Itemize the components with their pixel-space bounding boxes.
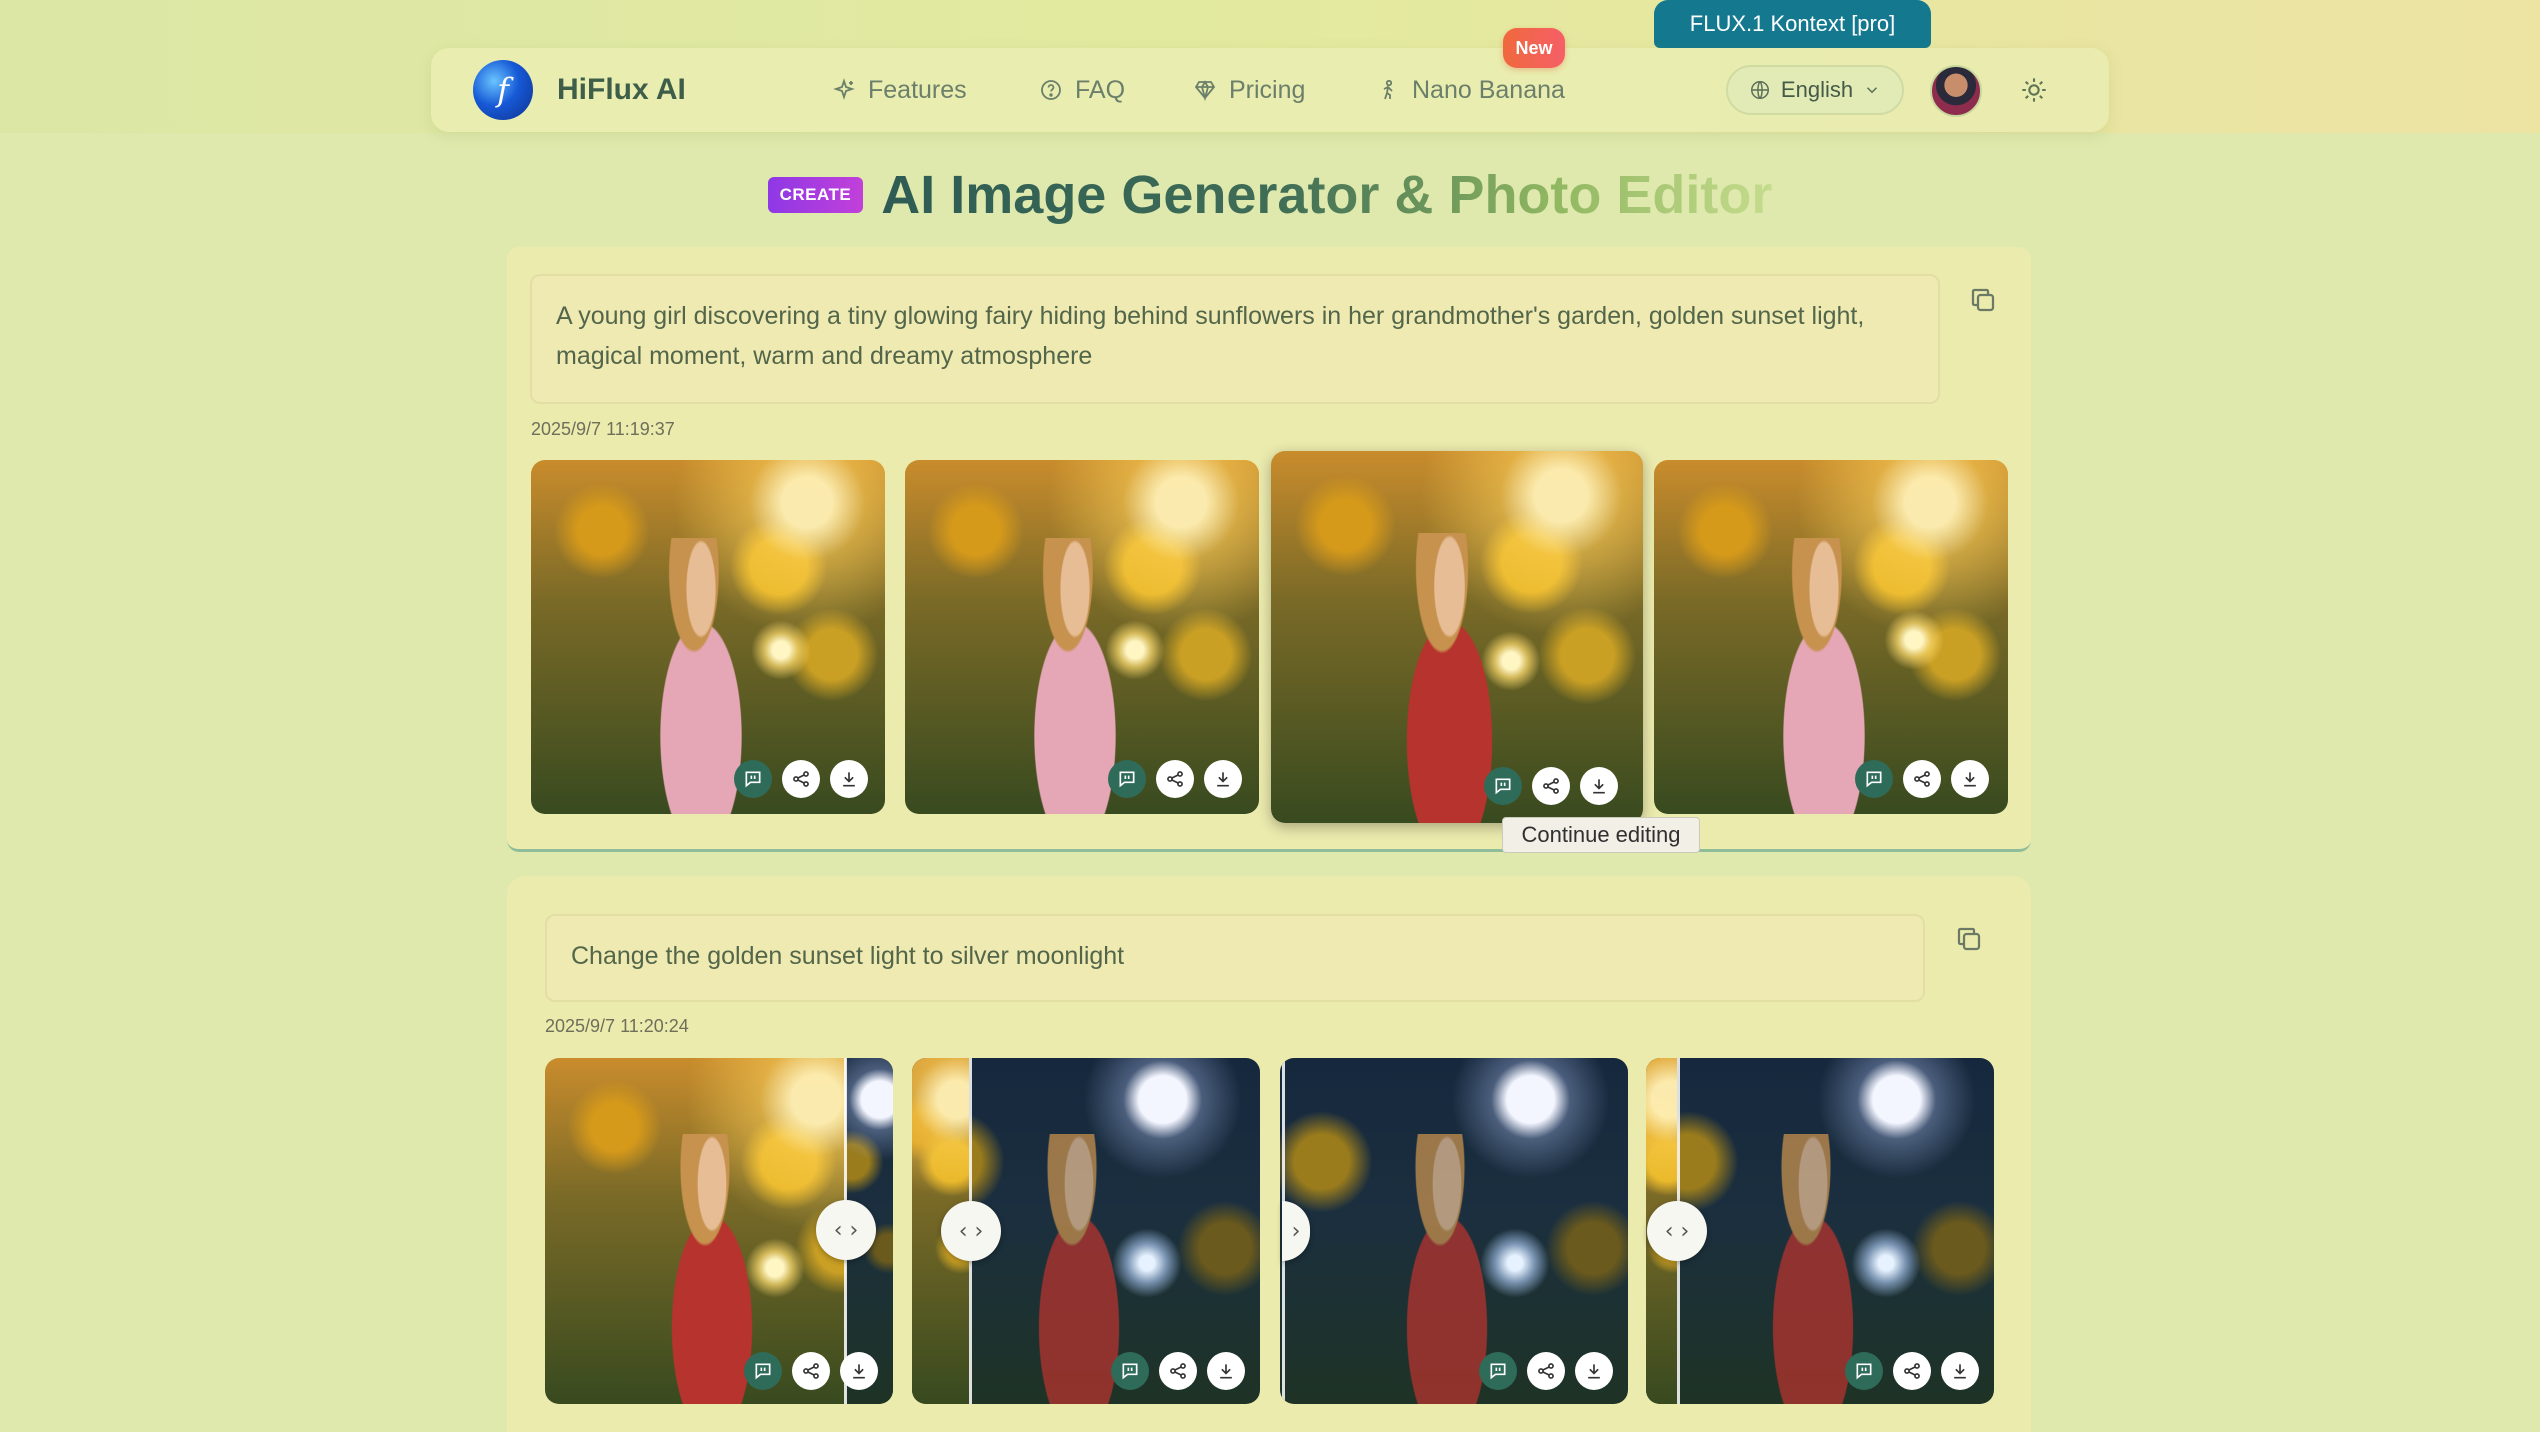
share-icon bbox=[1904, 1363, 1920, 1379]
continue-editing-button[interactable] bbox=[1484, 767, 1522, 805]
chat-edit-icon bbox=[1490, 1363, 1506, 1380]
image-actions bbox=[1108, 760, 1242, 798]
share-button[interactable] bbox=[792, 1352, 830, 1390]
nav-features-label: Features bbox=[868, 75, 967, 104]
nav-nano-banana-label: Nano Banana bbox=[1412, 75, 1565, 104]
share-icon bbox=[1170, 1363, 1186, 1379]
share-button[interactable] bbox=[1159, 1352, 1197, 1390]
continue-editing-button[interactable] bbox=[1855, 760, 1893, 798]
image-actions bbox=[1111, 1352, 1245, 1390]
model-tab[interactable]: FLUX.1 Kontext [pro] bbox=[1654, 0, 1931, 48]
fairy-glow bbox=[1105, 620, 1165, 680]
fairy-glow bbox=[1884, 610, 1944, 670]
continue-editing-button[interactable] bbox=[1111, 1352, 1149, 1390]
page-title: AI Image Generator & Photo Editor bbox=[881, 165, 1773, 225]
image-actions bbox=[744, 1352, 878, 1390]
sparkle-icon bbox=[833, 78, 855, 100]
language-selector[interactable]: English bbox=[1726, 65, 1904, 115]
hiflux-logo[interactable]: f bbox=[473, 60, 533, 120]
chat-edit-icon bbox=[1122, 1363, 1138, 1380]
new-badge: New bbox=[1503, 28, 1565, 68]
image-actions bbox=[1845, 1352, 1979, 1390]
diamond-icon bbox=[1194, 80, 1216, 102]
share-icon bbox=[793, 771, 809, 787]
nav-pricing-label: Pricing bbox=[1229, 75, 1306, 104]
brand-name[interactable]: HiFlux AI bbox=[557, 48, 686, 132]
image-actions bbox=[1855, 760, 1989, 798]
download-button[interactable] bbox=[840, 1352, 878, 1390]
continue-editing-button[interactable] bbox=[744, 1352, 782, 1390]
copy-icon[interactable] bbox=[1968, 285, 1998, 315]
page-headline: CREATE AI Image Generator & Photo Editor bbox=[0, 160, 2540, 230]
share-icon bbox=[803, 1363, 819, 1379]
comparison-slider-handle[interactable]: ‹ › bbox=[816, 1200, 876, 1260]
download-icon bbox=[853, 1364, 865, 1379]
fairy-glow bbox=[1112, 1228, 1182, 1298]
download-button[interactable] bbox=[1575, 1352, 1613, 1390]
user-avatar[interactable] bbox=[1930, 65, 1982, 117]
continue-editing-button[interactable] bbox=[1845, 1352, 1883, 1390]
share-button[interactable] bbox=[1903, 760, 1941, 798]
chat-edit-icon bbox=[755, 1363, 771, 1380]
download-button[interactable] bbox=[1941, 1352, 1979, 1390]
fairy-glow bbox=[1851, 1228, 1921, 1298]
download-icon bbox=[1954, 1364, 1966, 1379]
image-actions bbox=[734, 760, 868, 798]
question-circle-icon bbox=[1041, 80, 1061, 100]
share-button[interactable] bbox=[782, 760, 820, 798]
timestamp-1: 2025/9/7 11:19:37 bbox=[531, 419, 675, 439]
share-icon bbox=[1167, 771, 1183, 787]
download-icon bbox=[1964, 772, 1976, 787]
fairy-glow bbox=[751, 620, 811, 680]
nav-features[interactable]: Features bbox=[832, 48, 967, 132]
share-icon bbox=[1538, 1363, 1554, 1379]
timestamp-2: 2025/9/7 11:20:24 bbox=[545, 1016, 689, 1036]
sun-icon[interactable] bbox=[2020, 76, 2048, 104]
download-button[interactable] bbox=[830, 760, 868, 798]
share-button[interactable] bbox=[1156, 760, 1194, 798]
share-button[interactable] bbox=[1532, 767, 1570, 805]
download-icon bbox=[843, 772, 855, 787]
download-button[interactable] bbox=[1580, 767, 1618, 805]
nav-faq-label: FAQ bbox=[1075, 75, 1126, 104]
person-icon bbox=[1383, 79, 1393, 100]
download-button[interactable] bbox=[1207, 1352, 1245, 1390]
chat-edit-icon bbox=[1866, 771, 1882, 788]
share-icon bbox=[1543, 778, 1559, 794]
comparison-slider-handle[interactable]: ‹ › bbox=[941, 1201, 1001, 1261]
download-icon bbox=[1593, 779, 1605, 794]
nav-pricing[interactable]: Pricing bbox=[1193, 48, 1305, 132]
download-button[interactable] bbox=[1204, 760, 1242, 798]
download-button[interactable] bbox=[1951, 760, 1989, 798]
continue-editing-button[interactable] bbox=[1479, 1352, 1517, 1390]
chat-edit-icon bbox=[745, 771, 761, 788]
continue-editing-button[interactable] bbox=[734, 760, 772, 798]
comparison-slider-handle[interactable]: ‹ › bbox=[1647, 1201, 1707, 1261]
globe-icon bbox=[1750, 81, 1769, 99]
share-icon bbox=[1914, 771, 1930, 787]
chat-edit-icon bbox=[1856, 1363, 1872, 1380]
create-badge: CREATE bbox=[767, 177, 864, 213]
share-button[interactable] bbox=[1893, 1352, 1931, 1390]
copy-icon[interactable] bbox=[1954, 924, 1984, 954]
language-label: English bbox=[1780, 77, 1854, 102]
tooltip: Continue editing bbox=[1502, 817, 1700, 853]
chat-edit-icon bbox=[1119, 771, 1135, 788]
fairy-glow bbox=[745, 1238, 805, 1298]
chevron-down-icon bbox=[1867, 87, 1878, 94]
prompt-text-2[interactable]: Change the golden sunset light to silver… bbox=[545, 914, 1925, 1002]
chat-edit-icon bbox=[1495, 778, 1511, 795]
fairy-glow bbox=[1480, 1228, 1550, 1298]
continue-editing-button[interactable] bbox=[1108, 760, 1146, 798]
image-actions bbox=[1484, 767, 1618, 805]
download-icon bbox=[1217, 772, 1229, 787]
image-actions bbox=[1479, 1352, 1613, 1390]
prompt-text-1[interactable]: A young girl discovering a tiny glowing … bbox=[530, 274, 1940, 404]
fairy-glow bbox=[1481, 631, 1541, 691]
download-icon bbox=[1588, 1364, 1600, 1379]
share-button[interactable] bbox=[1527, 1352, 1565, 1390]
download-icon bbox=[1220, 1364, 1232, 1379]
nav-faq[interactable]: FAQ bbox=[1039, 48, 1125, 132]
